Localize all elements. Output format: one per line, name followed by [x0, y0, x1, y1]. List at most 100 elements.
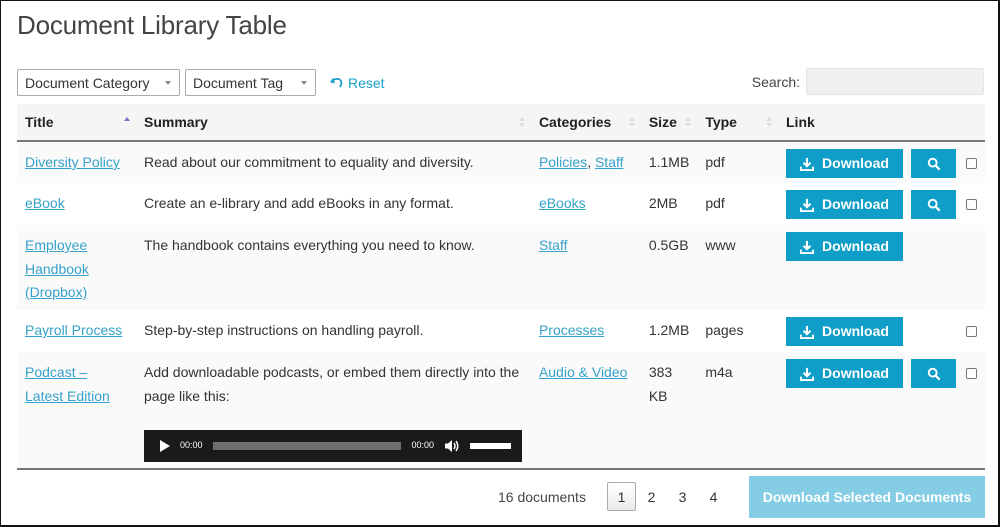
volume-icon[interactable]: [444, 439, 460, 453]
column-header-type[interactable]: Type: [697, 104, 778, 142]
download-button[interactable]: Download: [786, 359, 903, 388]
download-label: Download: [822, 364, 889, 381]
table-row: Diversity Policy Read about our commitme…: [17, 141, 985, 183]
document-title-link[interactable]: Diversity Policy: [25, 154, 120, 170]
table-row: Employee Handbook (Dropbox) The handbook…: [17, 225, 985, 310]
download-button[interactable]: Download: [786, 190, 903, 219]
document-title-link[interactable]: Payroll Process: [25, 322, 122, 338]
select-checkbox[interactable]: [966, 368, 977, 379]
page-title: Document Library Table: [17, 10, 287, 40]
cell-title: Diversity Policy: [17, 141, 136, 183]
cell-categories: Policies, Staff: [531, 141, 641, 183]
filters-bar: Document Category Document Tag Reset: [17, 69, 385, 96]
preview-button[interactable]: [911, 149, 956, 178]
audio-progress-track[interactable]: [212, 442, 402, 450]
column-header-label: Summary: [144, 114, 208, 130]
summary-text: Add downloadable podcasts, or embed them…: [144, 364, 520, 404]
cell-type: m4a: [697, 352, 778, 470]
page-button-2[interactable]: 2: [636, 482, 667, 511]
column-header-summary[interactable]: Summary: [136, 104, 531, 142]
download-selected-button[interactable]: Download Selected Documents: [749, 476, 985, 518]
sort-icon: [685, 117, 692, 129]
document-tag-select[interactable]: Document Tag: [185, 69, 316, 96]
cell-link: Download: [778, 141, 985, 183]
category-link[interactable]: Staff: [595, 154, 624, 170]
page-button-4[interactable]: 4: [698, 482, 729, 511]
document-title-link[interactable]: Podcast – Latest Edition: [25, 364, 110, 404]
document-tag-value: Document Tag: [193, 74, 284, 91]
search-input[interactable]: [806, 68, 984, 95]
play-icon[interactable]: [160, 440, 170, 452]
audio-current-time: 00:00: [180, 440, 203, 451]
column-header-label: Categories: [538, 114, 612, 130]
cell-title: Payroll Process: [17, 310, 136, 352]
reset-button[interactable]: Reset: [330, 75, 385, 91]
column-header-label: Type: [705, 114, 737, 130]
page-button-3[interactable]: 3: [667, 482, 698, 511]
download-icon: [800, 325, 815, 339]
cell-link: Download: [778, 225, 985, 310]
search-icon: [927, 198, 940, 211]
download-icon: [800, 198, 815, 212]
document-table: Title Summary Categories Size Type Link: [17, 104, 985, 470]
cell-size: 383 KB: [640, 352, 698, 470]
column-header-label: Size: [648, 114, 677, 130]
preview-button[interactable]: [911, 190, 956, 219]
cell-link: Download: [778, 310, 985, 352]
cell-size: 2MB: [648, 195, 678, 211]
select-checkbox[interactable]: [966, 158, 977, 169]
cell-summary: Add downloadable podcasts, or embed them…: [136, 352, 531, 470]
cell-categories: eBooks: [531, 183, 641, 225]
document-category-select[interactable]: Document Category: [17, 69, 180, 96]
select-checkbox[interactable]: [966, 326, 977, 337]
cell-size: 1.1MB: [648, 154, 690, 170]
undo-icon: [330, 77, 343, 88]
sort-icon: [628, 117, 635, 129]
pagination: 1 2 3 4: [607, 482, 729, 511]
document-title-link[interactable]: Employee Handbook (Dropbox): [25, 237, 89, 300]
page-button-1[interactable]: 1: [607, 482, 636, 511]
download-button[interactable]: Download: [786, 232, 903, 261]
category-link[interactable]: Staff: [539, 237, 568, 253]
table-footer: 16 documents 1 2 3 4 Download Selected D…: [0, 476, 1000, 518]
cell-title: Employee Handbook (Dropbox): [17, 225, 136, 310]
column-header-link: Link: [778, 104, 985, 142]
category-link[interactable]: Processes: [539, 322, 604, 338]
search-area: Search:: [752, 68, 984, 95]
table-row: eBook Create an e-library and add eBooks…: [17, 183, 985, 225]
download-icon: [800, 367, 815, 381]
volume-slider[interactable]: [470, 443, 511, 449]
category-link[interactable]: eBooks: [539, 195, 586, 211]
cell-categories: Audio & Video: [530, 352, 641, 470]
download-label: Download: [822, 195, 889, 212]
sort-ascending-icon: [124, 117, 130, 129]
cell-size: 1.2MB: [648, 322, 690, 338]
chevron-down-icon: [165, 80, 171, 85]
cell-type: pdf: [705, 195, 725, 211]
cell-summary: The handbook contains everything you nee…: [144, 237, 475, 253]
download-label: Download: [822, 322, 889, 339]
cell-link: Download: [778, 183, 985, 225]
sort-icon: [518, 117, 525, 129]
category-link[interactable]: Policies: [539, 154, 587, 170]
search-label: Search:: [751, 73, 800, 90]
category-link[interactable]: Audio & Video: [539, 364, 627, 380]
column-header-categories[interactable]: Categories: [530, 104, 641, 142]
cell-categories: Processes: [531, 310, 641, 352]
table-row: Payroll Process Step-by-step instruction…: [17, 310, 985, 352]
document-title-link[interactable]: eBook: [25, 195, 65, 211]
cell-type: pdf: [705, 154, 725, 170]
download-button[interactable]: Download: [786, 317, 903, 346]
sort-icon: [766, 117, 772, 129]
column-header-size[interactable]: Size: [640, 104, 698, 142]
download-button[interactable]: Download: [786, 149, 903, 178]
document-count: 16 documents: [498, 489, 586, 505]
select-checkbox[interactable]: [966, 199, 977, 210]
download-label: Download: [822, 154, 889, 171]
column-header-title[interactable]: Title: [17, 104, 136, 142]
cell-summary: Create an e-library and add eBooks in an…: [144, 195, 454, 211]
cell-link: Download: [778, 352, 985, 470]
preview-button[interactable]: [911, 359, 956, 388]
search-icon: [927, 367, 940, 380]
column-header-label: Link: [786, 114, 815, 130]
